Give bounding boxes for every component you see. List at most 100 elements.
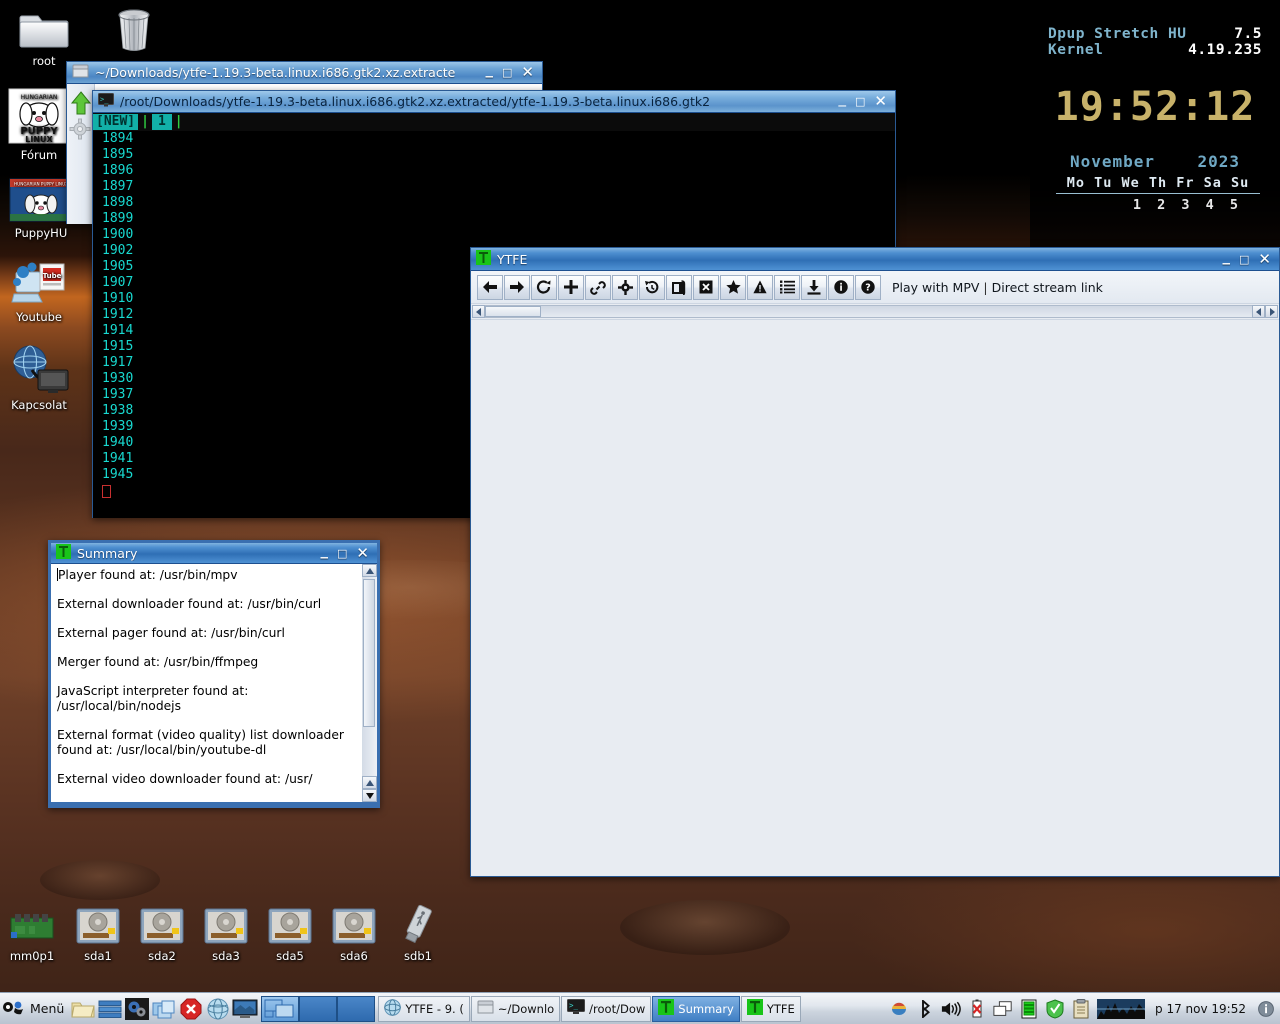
- launcher-files[interactable]: [97, 996, 123, 1022]
- terminal-titlebar[interactable]: >_ /root/Downloads/ytfe-1.19.3-beta.linu…: [93, 91, 895, 113]
- desktop-icon-kapcsolat[interactable]: Kapcsolat: [0, 344, 78, 412]
- copy-button[interactable]: [666, 274, 692, 300]
- launcher-display[interactable]: [232, 996, 258, 1022]
- forward-button[interactable]: [504, 274, 530, 300]
- desktop-drive-sdb1[interactable]: sdb1: [386, 902, 450, 963]
- battery-full-icon[interactable]: [1019, 998, 1039, 1020]
- launcher-windows[interactable]: [151, 996, 177, 1022]
- warning-button[interactable]: [747, 274, 773, 300]
- system-tray[interactable]: p 17 nov 19:52: [889, 998, 1280, 1020]
- back-button[interactable]: [477, 274, 503, 300]
- ytfe-toolbar-links[interactable]: Play with MPV | Direct stream link: [892, 280, 1103, 295]
- taskbar-task-ytfe-search[interactable]: YTFE - 9. (: [378, 995, 470, 1022]
- launcher-settings[interactable]: [124, 996, 150, 1022]
- summary-scroll-track[interactable]: [362, 577, 377, 776]
- network-graph-icon[interactable]: [1097, 998, 1146, 1020]
- maximize-button[interactable]: □: [337, 547, 347, 560]
- desktop-1-button[interactable]: [261, 995, 300, 1022]
- add-button[interactable]: [558, 274, 584, 300]
- desktop-icon-trash[interactable]: [95, 6, 173, 59]
- desktop-drive-sda3[interactable]: sda3: [194, 906, 258, 963]
- desktop-drive-sda6[interactable]: sda6: [322, 906, 386, 963]
- minimize-button[interactable]: _: [486, 62, 494, 77]
- close-tab-button[interactable]: [693, 274, 719, 300]
- maximize-button[interactable]: □: [855, 95, 865, 108]
- taskbar-task-summary[interactable]: Summary: [652, 995, 740, 1022]
- desktop-switcher[interactable]: [261, 995, 376, 1022]
- info-button[interactable]: [828, 274, 854, 300]
- taskbar-clock[interactable]: p 17 nov 19:52: [1151, 1002, 1250, 1016]
- hscroll-thumb[interactable]: [485, 306, 541, 317]
- maximize-button[interactable]: □: [1239, 253, 1249, 266]
- download-button[interactable]: [801, 274, 827, 300]
- minimize-button[interactable]: _: [1223, 248, 1231, 263]
- history-button[interactable]: [639, 274, 665, 300]
- summary-scroll-thumb[interactable]: [363, 579, 375, 727]
- terminal-window-buttons[interactable]: _ □ ✕: [839, 91, 891, 109]
- taskbar-task-terminal[interactable]: >_ /root/Dow: [561, 995, 652, 1022]
- launcher-stop[interactable]: [178, 996, 204, 1022]
- scroll-left-arrow-icon[interactable]: [472, 305, 485, 318]
- taskbar[interactable]: Menü YTFE - 9. ( ~/Downlo >_ /root/Dow S…: [0, 992, 1280, 1024]
- desktop-drive-sda5[interactable]: sda5: [258, 906, 322, 963]
- desktop-drive-sda1[interactable]: sda1: [66, 906, 130, 963]
- minimize-button[interactable]: _: [839, 91, 847, 106]
- desktop-3-button[interactable]: [337, 995, 376, 1022]
- desktop-icon-youtube[interactable]: Tube Youtube: [0, 258, 78, 324]
- volume-icon[interactable]: [941, 998, 961, 1020]
- help-button[interactable]: ?: [855, 274, 881, 300]
- color-palette-icon[interactable]: [889, 998, 909, 1020]
- bluetooth-icon[interactable]: [915, 998, 935, 1020]
- ytfe-titlebar[interactable]: YTFE _ □ ✕: [471, 248, 1279, 271]
- link-button[interactable]: [585, 274, 611, 300]
- close-button[interactable]: ✕: [521, 65, 534, 80]
- scroll-down-arrow-icon[interactable]: [362, 789, 377, 802]
- play-with-mpv-link[interactable]: Play with MPV: [892, 280, 979, 295]
- scroll-up-arrow-icon[interactable]: [362, 564, 377, 577]
- playlist-button[interactable]: [774, 274, 800, 300]
- maximize-button[interactable]: □: [502, 66, 512, 79]
- direct-stream-link[interactable]: Direct stream link: [992, 280, 1103, 295]
- close-button[interactable]: ✕: [874, 94, 887, 109]
- summary-text-area[interactable]: Player found at: /usr/bin/mpv External d…: [51, 564, 362, 802]
- settings-button[interactable]: [612, 274, 638, 300]
- taskbar-task-downloads[interactable]: ~/Downlo: [470, 995, 561, 1022]
- scroll-up-arrow-2-icon[interactable]: [362, 776, 377, 789]
- desktop-drive-sda2[interactable]: sda2: [130, 906, 194, 963]
- ytfe-window[interactable]: YTFE _ □ ✕ ? Play with MPV | Direct stre…: [470, 247, 1280, 877]
- launcher-folder[interactable]: [70, 996, 96, 1022]
- summary-titlebar[interactable]: Summary _ □ ✕: [51, 542, 377, 564]
- file-manager-sidebar[interactable]: [67, 84, 95, 224]
- scroll-left-arrow-2-icon[interactable]: [1252, 305, 1265, 318]
- scroll-right-arrow-icon[interactable]: [1265, 305, 1278, 318]
- summary-vertical-scrollbar[interactable]: [362, 564, 377, 802]
- minimize-button[interactable]: _: [321, 542, 329, 557]
- windows-switch-icon[interactable]: [993, 998, 1013, 1020]
- reload-button[interactable]: [531, 274, 557, 300]
- launcher-browser[interactable]: [205, 996, 231, 1022]
- summary-window-buttons[interactable]: _ □ ✕: [321, 542, 373, 560]
- terminal-status-line: [NEW] | 1 |: [93, 113, 895, 131]
- start-menu-button[interactable]: Menü: [0, 994, 69, 1024]
- file-manager-window-buttons[interactable]: _ □ ✕: [486, 62, 538, 80]
- file-manager-titlebar[interactable]: ~/Downloads/ytfe-1.19.3-beta.linux.i686.…: [67, 62, 542, 84]
- desktop-drive-mm0p1[interactable]: mm0p1: [0, 908, 64, 963]
- up-arrow-icon[interactable]: [69, 90, 93, 116]
- taskbar-task-ytfe[interactable]: YTFE: [740, 995, 801, 1022]
- ytfe-toolbar[interactable]: ? Play with MPV | Direct stream link: [471, 271, 1279, 304]
- desktop-2-button[interactable]: [299, 995, 338, 1022]
- shield-icon[interactable]: [1045, 998, 1065, 1020]
- gear-icon[interactable]: [69, 118, 93, 144]
- battery-error-icon[interactable]: [967, 998, 987, 1020]
- hscroll-track[interactable]: [485, 305, 1252, 318]
- close-button[interactable]: ✕: [1258, 251, 1271, 266]
- desktop-icon-root[interactable]: root: [5, 8, 83, 68]
- close-button[interactable]: ✕: [356, 545, 369, 560]
- ytfe-results-list[interactable]: [471, 320, 1279, 851]
- clipboard-icon[interactable]: [1071, 998, 1091, 1020]
- ytfe-horizontal-scrollbar[interactable]: [471, 304, 1279, 320]
- info-circle-icon[interactable]: [1256, 998, 1276, 1020]
- favorites-button[interactable]: [720, 274, 746, 300]
- summary-window[interactable]: Summary _ □ ✕ Player found at: /usr/bin/…: [48, 540, 380, 808]
- ytfe-window-buttons[interactable]: _ □ ✕: [1223, 248, 1275, 266]
